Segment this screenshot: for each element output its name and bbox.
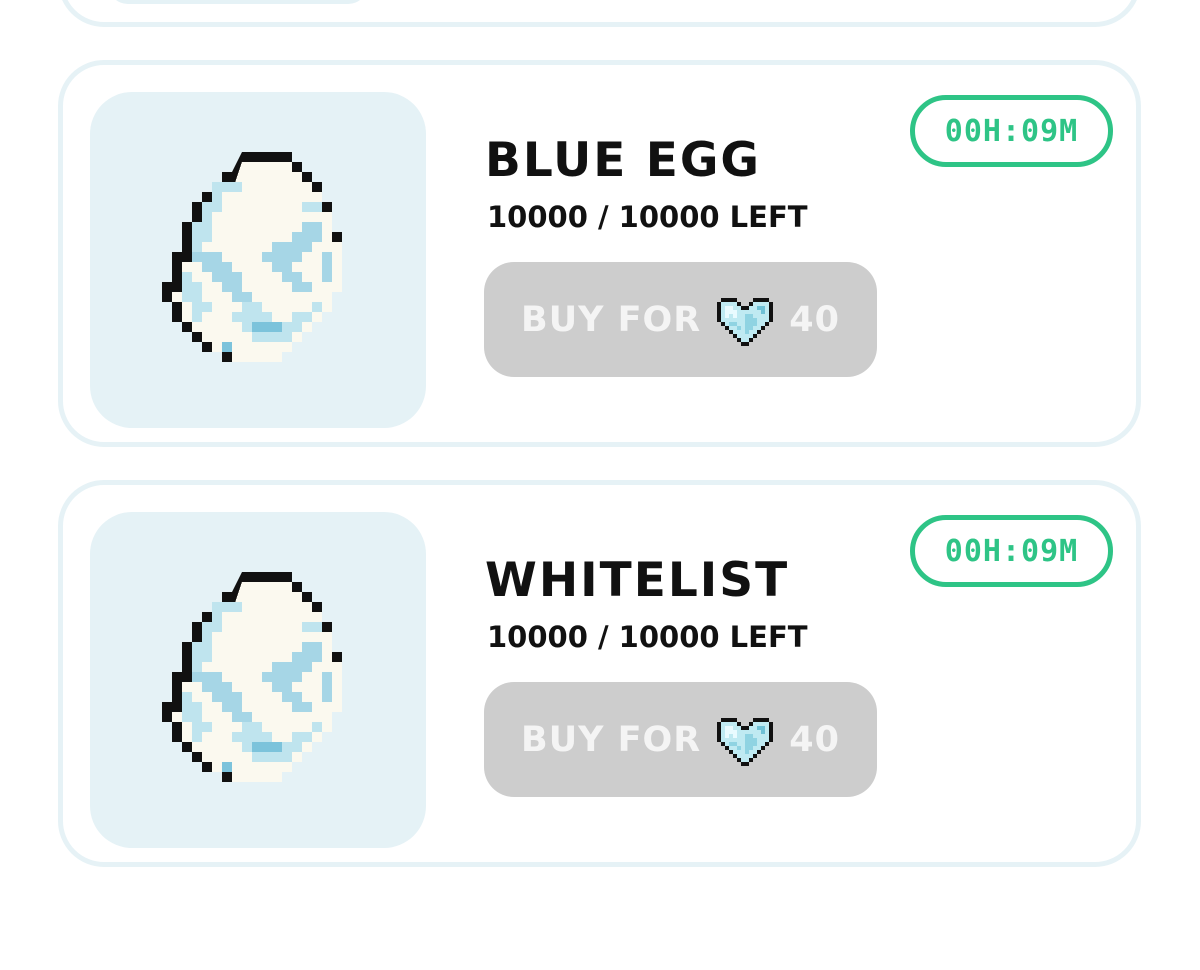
buy-button[interactable]: BUY FOR 40	[484, 262, 877, 377]
countdown-timer: 00H:09M	[910, 95, 1113, 167]
shop-item-card: WHITELIST 10000 / 10000 LEFT BUY FOR 40 …	[58, 480, 1141, 867]
price-value: 40	[789, 299, 840, 340]
price-value: 40	[789, 719, 840, 760]
blue-egg-icon	[162, 152, 342, 362]
item-thumbnail	[90, 92, 426, 428]
diamond-heart-icon	[717, 292, 774, 348]
shop-item-card: BLUE EGG 10000 / 10000 LEFT BUY FOR 40 0…	[58, 60, 1141, 447]
item-stock-count: 10000 / 10000 LEFT	[487, 620, 808, 654]
item-thumbnail	[90, 512, 426, 848]
buy-button[interactable]: BUY FOR 40	[484, 682, 877, 797]
item-thumbnail-partial	[108, 0, 368, 4]
buy-button-label: BUY FOR	[521, 719, 702, 760]
item-stock-count: 10000 / 10000 LEFT	[487, 200, 808, 234]
shop-item-card-partial	[58, 0, 1141, 27]
blue-egg-icon	[162, 572, 342, 782]
item-title: WHITELIST	[485, 553, 790, 608]
countdown-timer: 00H:09M	[910, 515, 1113, 587]
diamond-heart-icon	[717, 712, 774, 768]
buy-button-label: BUY FOR	[521, 299, 702, 340]
item-title: BLUE EGG	[485, 133, 761, 188]
